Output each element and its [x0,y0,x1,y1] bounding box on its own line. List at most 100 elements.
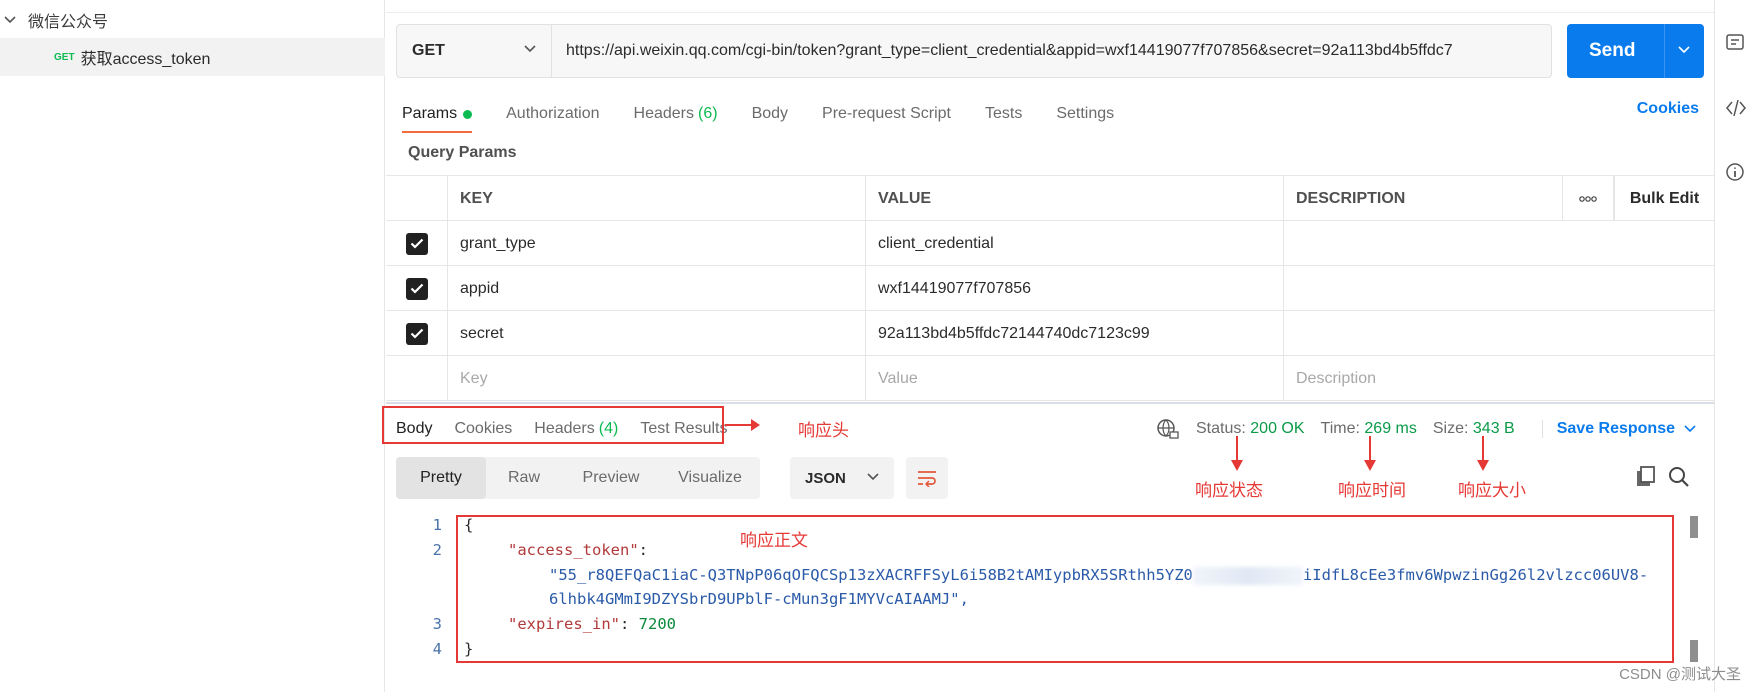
arrow-right-icon [725,419,760,431]
arrow-down-icon [1477,436,1489,471]
tab-pre-request-script[interactable]: Pre-request Script [822,98,951,130]
param-key[interactable]: secret [448,311,866,356]
value-header: VALUE [866,176,1284,221]
row-checkbox[interactable] [386,266,448,311]
arrow-down-icon [1364,436,1376,471]
annotation-response-size: 响应大小 [1458,481,1526,500]
status-value[interactable]: 200 OK [1250,420,1304,438]
annotation-response-headers: 响应头 [798,421,849,440]
param-description[interactable] [1284,266,1753,311]
param-description[interactable] [1284,311,1753,356]
scrollbar-thumb[interactable] [1690,640,1698,662]
view-pretty[interactable]: Pretty [396,457,486,499]
annotation-response-time: 响应时间 [1338,481,1406,500]
request-name: 获取access_token [80,51,211,68]
row-checkbox[interactable] [386,311,448,356]
checkmark-icon [405,232,428,255]
response-divider[interactable] [386,402,1714,404]
main-panel: GET https://api.weixin.qq.com/cgi-bin/to… [382,0,1714,692]
table-row: grant_type client_credential [386,221,1714,266]
annotation-response-body: 响应正文 [740,531,808,550]
size-label: Size: [1432,420,1469,437]
send-label: Send [1589,40,1636,61]
line-number: 1 [432,516,442,534]
tab-params[interactable]: Params [402,98,473,133]
tab-authorization[interactable]: Authorization [506,98,599,130]
documentation-icon[interactable] [1725,33,1745,53]
format-value: JSON [805,469,846,487]
method-select[interactable]: GET [397,25,552,77]
chevron-down-icon[interactable] [2,12,18,28]
right-rail [1714,0,1753,692]
chevron-down-icon [524,45,536,53]
view-preview[interactable]: Preview [562,457,660,499]
annotation-box-headers [382,406,724,444]
tab-label: Authorization [506,105,600,122]
line-number: 4 [432,640,442,658]
divider [1664,24,1665,78]
watermark: CSDN @测试大圣 [1619,666,1741,683]
view-mode-segmented: Pretty Raw Preview Visualize [396,457,760,499]
globe-icon[interactable] [1156,418,1180,440]
response-meta: Status: 200 OK Time: 269 ms Size: 343 B [1156,414,1515,444]
tab-tests[interactable]: Tests [985,98,1022,130]
send-button[interactable]: Send [1567,24,1704,78]
collection-name: 微信公众号 [28,14,109,31]
row-checkbox[interactable] [386,221,448,266]
view-raw[interactable]: Raw [486,457,562,499]
search-icon[interactable] [1668,466,1690,488]
format-select[interactable]: JSON [790,457,894,499]
cookies-link[interactable]: Cookies [1637,100,1699,118]
table-row-empty: Key Value Description [386,356,1714,401]
tab-label: Settings [1056,105,1115,122]
checkmark-icon [405,277,428,300]
key-header: KEY [448,176,866,221]
time-label: Time: [1320,420,1360,437]
save-response-button[interactable]: Save Response [1541,414,1697,444]
annotation-response-status: 响应状态 [1195,481,1263,500]
chevron-down-icon [867,473,879,481]
divider [386,12,1714,13]
method-value: GET [412,42,445,59]
chevron-down-icon[interactable] [1677,43,1691,57]
param-key[interactable]: grant_type [448,221,866,266]
url-input[interactable]: https://api.weixin.qq.com/cgi-bin/token?… [552,42,1547,60]
value-placeholder[interactable]: Value [866,356,1284,401]
tab-headers[interactable]: Headers (6) [634,98,718,130]
sidebar: 微信公众号 GET 获取access_token [0,0,385,692]
table-header-row: KEY VALUE DESCRIPTION Bulk Edit [386,176,1714,221]
param-value[interactable]: 92a113bd4b5ffdc72144740dc7123c99 [866,311,1284,356]
request-tabs: Params Authorization Headers (6) Body Pre… [402,98,1148,134]
params-active-dot [463,109,473,119]
wrap-lines-icon [918,471,936,487]
table-row: secret 92a113bd4b5ffdc72144740dc7123c99 [386,311,1714,356]
description-placeholder[interactable]: Description [1284,356,1753,401]
scrollbar-thumb[interactable] [1690,516,1698,538]
request-method-badge: GET [54,51,75,63]
row-checkbox-empty [386,356,448,401]
param-value[interactable]: client_credential [866,221,1284,266]
wrap-lines-button[interactable] [906,457,948,499]
tab-settings[interactable]: Settings [1056,98,1114,130]
save-response-label: Save Response [1541,420,1675,438]
key-placeholder[interactable]: Key [448,356,866,401]
line-number: 3 [432,615,442,633]
collection-row[interactable]: 微信公众号 [0,4,108,36]
query-params-title: Query Params [408,144,517,161]
code-icon[interactable] [1725,98,1747,118]
bulk-edit-button[interactable]: Bulk Edit [1614,176,1714,221]
table-row: appid wxf14419077f707856 [386,266,1714,311]
param-description[interactable] [1284,221,1753,266]
info-icon[interactable] [1725,162,1745,182]
param-key[interactable]: appid [448,266,866,311]
tab-label: Headers [633,105,694,122]
param-value[interactable]: wxf14419077f707856 [866,266,1284,311]
sidebar-request-item[interactable]: GET 获取access_token [0,38,385,76]
copy-icon[interactable] [1635,466,1657,488]
more-options-icon[interactable] [1562,176,1614,221]
view-visualize[interactable]: Visualize [660,457,760,499]
tab-body[interactable]: Body [752,98,788,130]
tab-label: Tests [984,105,1023,122]
checkmark-icon [405,322,428,345]
tab-label: Params [402,105,458,122]
